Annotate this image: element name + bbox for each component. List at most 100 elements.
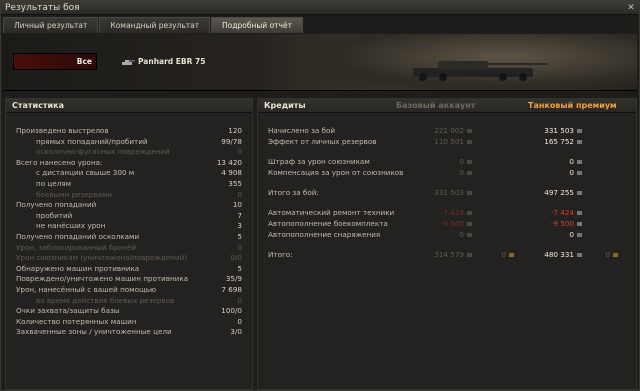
stat-label: Количество потерянных машин [16, 316, 137, 326]
credits-icon [467, 191, 472, 195]
stat-value: 120 [228, 126, 242, 135]
stat-label: Получено попаданий [16, 200, 97, 210]
basic-credits-value: 221 002 [434, 126, 464, 135]
credit-row: Автоматический ремонт техники -7 424 -7 42… [258, 207, 636, 218]
stat-value: 13 420 [216, 157, 242, 167]
stat-value: 0 [237, 147, 242, 157]
credit-row: Автопополнение боекомплекта -9 500 -9 500 [258, 218, 636, 229]
premium-credits-value: -7 424 [550, 208, 574, 217]
premium-credits-value: 0 [569, 168, 574, 177]
credit-row: Итого за бой: 331 503 497 255 [258, 187, 636, 198]
stat-row: с дистанции свыше 300 м 4 908 [6, 167, 252, 178]
vehicle-filter-dropdown[interactable]: Все [13, 53, 97, 70]
stat-row: Произведено выстрелов 120 [6, 125, 252, 136]
premium-credits-value: 480 331 [544, 250, 574, 259]
tank-icon [122, 59, 135, 65]
stat-label: по целям [36, 179, 72, 188]
stat-value: 10 [232, 200, 242, 210]
statistics-panel: Статистика Произведено выстрелов 120 прямы… [5, 98, 253, 390]
stat-row: боевыми резервами 0 [6, 189, 252, 200]
premium-credits-value: 497 255 [544, 188, 574, 197]
premium-credits-value: 331 503 [544, 126, 574, 135]
stat-label: Всего нанесено урона: [16, 157, 103, 167]
stat-value: 35/9 [225, 274, 242, 284]
basic-credits-value: -9 500 [440, 219, 464, 228]
credit-row: Начислено за бой 221 002 331 503 [258, 125, 636, 136]
credits-icon [577, 211, 582, 215]
stat-row: во время действия боевых резервов 0 [6, 295, 252, 306]
stat-label: во время действия боевых резервов [36, 295, 175, 305]
stat-value: 5 [237, 263, 242, 273]
credit-label: Компенсация за урон от союзников [268, 168, 404, 177]
stat-label: Обнаружено машин противника [16, 263, 140, 273]
premium-credits-value: 0 [569, 157, 574, 166]
stat-value: 0 [237, 295, 242, 305]
tab-personal-result[interactable]: Личный результат [3, 17, 99, 33]
statistics-header: Статистика [6, 99, 252, 113]
credits-icon [577, 140, 582, 144]
stat-row: Всего нанесено урона: 13 420 [6, 157, 252, 168]
premium-account-header: Танковый премиум [528, 101, 617, 110]
tab-team-result[interactable]: Командный результат [99, 17, 211, 33]
credit-label: Начислено за бой [268, 126, 336, 135]
credits-icon [467, 129, 472, 133]
stat-row: не нанёсших урон 3 [6, 220, 252, 231]
stat-value: 100/0 [221, 306, 242, 316]
window-titlebar: Результаты боя ✕ [1, 1, 639, 15]
credits-icon [467, 253, 472, 257]
battle-results-window: Результаты боя ✕ Личный результат Команд… [0, 0, 640, 391]
stat-value: 3/0 [230, 327, 242, 337]
credits-icon [577, 233, 582, 237]
stat-row: Урон союзникам (уничтожено/повреждений) 0… [6, 252, 252, 263]
close-icon[interactable]: ✕ [626, 3, 636, 13]
credits-icon [577, 191, 582, 195]
credits-icon [467, 211, 472, 215]
stat-row: пробитий 7 [6, 210, 252, 221]
vehicle-name: Panhard EBR 75 [138, 57, 206, 66]
stat-row: Урон, нанесённый с вашей помощью 7 698 [6, 284, 252, 295]
stat-label: боевыми резервами [36, 189, 113, 199]
stat-label: прямых попаданий/пробитий [36, 136, 148, 146]
credits-panel: Кредиты Базовый аккаунт Танковый премиум… [257, 98, 637, 390]
stat-label: Повреждено/уничтожено машин противника [16, 274, 189, 284]
basic-credits-value: -7 424 [440, 208, 464, 217]
basic-credits-value: 331 503 [434, 188, 464, 197]
credit-label: Автоматический ремонт техники [268, 208, 395, 217]
stat-row: Количество потерянных машин 0 [6, 316, 252, 327]
credit-label: Эффект от личных резервов [268, 137, 377, 146]
stat-value: 0 [237, 316, 242, 326]
stat-label: Произведено выстрелов [16, 126, 109, 135]
vehicle-entry[interactable]: Panhard EBR 75 [121, 56, 205, 68]
stat-label: Очки захвата/защиты базы [16, 306, 120, 316]
battle-banner [3, 34, 637, 91]
credits-icon [467, 233, 472, 237]
stat-value: 355 [228, 179, 242, 188]
credits-icon [577, 160, 582, 164]
stat-value: 99/78 [221, 136, 242, 146]
stat-row: Повреждено/уничтожено машин противника 35… [6, 273, 252, 284]
credits-icon [577, 222, 582, 226]
stat-row: Очки захвата/защиты базы 100/0 [6, 305, 252, 316]
credits-icon [467, 140, 472, 144]
stat-label: Урон, заблокированный бронёй [16, 242, 137, 252]
credits-icon [577, 129, 582, 133]
stat-value: 4 908 [221, 168, 242, 178]
credit-label: Автопополнение боекомплекта [268, 219, 388, 228]
credit-row: Штраф за урон союзникам 0 0 [258, 156, 636, 167]
premium-gold-value: 0 [605, 250, 610, 259]
stat-row: Обнаружено машин противника 5 [6, 263, 252, 274]
stat-label: осколочно-фугасных повреждений [36, 147, 170, 157]
gold-icon [509, 253, 514, 257]
tab-bar: Личный результат Командный результат Под… [3, 17, 303, 33]
gold-icon [613, 253, 618, 257]
credits-icon [577, 253, 582, 257]
stat-value: 3 [237, 221, 242, 231]
tab-detailed-report[interactable]: Подробный отчёт [211, 17, 303, 33]
credit-row: Автопополнение снаряжения 0 0 [258, 229, 636, 240]
stat-row: осколочно-фугасных повреждений 0 [6, 146, 252, 157]
stat-label: Урон союзникам (уничтожено/повреждений) [16, 253, 188, 263]
credits-icon [577, 171, 582, 175]
premium-credits-value: -9 500 [550, 219, 574, 228]
stat-label: не нанёсших урон [36, 221, 106, 231]
premium-credits-value: 165 752 [544, 137, 574, 146]
